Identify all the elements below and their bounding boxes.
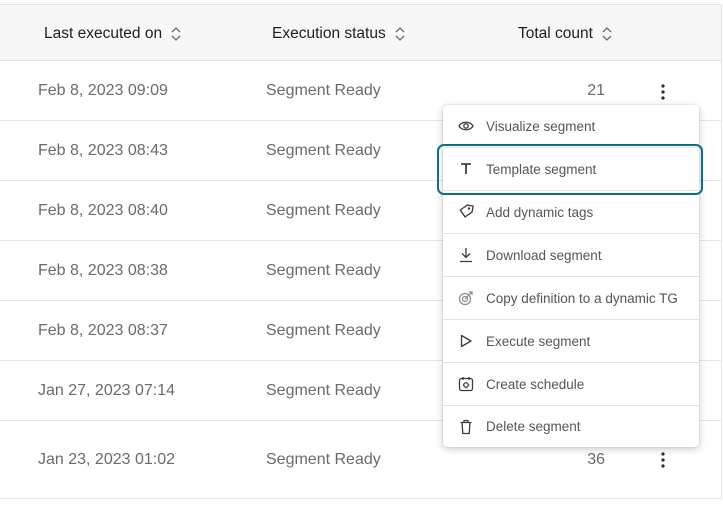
target-icon <box>458 290 474 306</box>
last-executed-cell: Feb 8, 2023 08:43 <box>38 141 168 159</box>
eye-icon <box>458 118 474 134</box>
menu-item-download-segment[interactable]: Download segment <box>443 234 699 276</box>
calendar-gear-icon <box>458 376 474 392</box>
table-header: Last executed on Execution status Total … <box>0 4 722 61</box>
menu-item-add-dynamic-tags[interactable]: Add dynamic tags <box>443 191 699 233</box>
menu-item-delete-segment[interactable]: Delete segment <box>443 406 699 447</box>
sort-icon[interactable] <box>170 24 182 44</box>
execution-status-cell: Segment Ready <box>266 321 381 339</box>
sort-icon[interactable] <box>394 24 406 44</box>
menu-item-create-schedule[interactable]: Create schedule <box>443 363 699 405</box>
download-icon <box>458 247 474 263</box>
last-executed-cell: Jan 27, 2023 07:14 <box>38 381 176 399</box>
last-executed-cell: Feb 8, 2023 08:38 <box>38 261 168 279</box>
column-header-label: Total count <box>518 24 593 42</box>
menu-item-visualize-segment[interactable]: Visualize segment <box>443 105 699 147</box>
execution-status-cell: Segment Ready <box>266 141 381 159</box>
column-header-total-count[interactable]: Total count <box>518 5 613 62</box>
last-executed-cell: Feb 8, 2023 09:09 <box>38 81 168 99</box>
row-actions-kebab-icon[interactable] <box>653 78 673 106</box>
column-header-last-executed[interactable]: Last executed on <box>44 5 182 62</box>
execution-status-cell: Segment Ready <box>266 81 381 99</box>
menu-item-label: Download segment <box>486 247 602 263</box>
focus-ring <box>437 144 703 195</box>
menu-item-execute-segment[interactable]: Execute segment <box>443 320 699 362</box>
sort-icon[interactable] <box>601 24 613 44</box>
execution-status-cell: Segment Ready <box>266 381 381 399</box>
row-actions-kebab-icon[interactable] <box>653 446 673 474</box>
column-header-execution-status[interactable]: Execution status <box>272 5 406 62</box>
last-executed-cell: Feb 8, 2023 08:37 <box>38 321 168 339</box>
last-executed-cell: Feb 8, 2023 08:40 <box>38 201 168 219</box>
trash-icon <box>458 419 474 435</box>
menu-item-label: Visualize segment <box>486 118 596 134</box>
menu-item-copy-definition[interactable]: Copy definition to a dynamic TG <box>443 277 699 319</box>
execution-status-cell: Segment Ready <box>266 450 381 468</box>
menu-item-label: Copy definition to a dynamic TG <box>486 290 678 306</box>
menu-item-label: Create schedule <box>486 376 585 392</box>
play-icon <box>458 333 474 349</box>
column-header-label: Execution status <box>272 24 386 42</box>
menu-item-label: Add dynamic tags <box>486 204 594 220</box>
last-executed-cell: Jan 23, 2023 01:02 <box>38 450 176 468</box>
column-header-label: Last executed on <box>44 24 163 42</box>
execution-status-cell: Segment Ready <box>266 201 381 219</box>
menu-item-label: Delete segment <box>486 419 581 434</box>
tag-icon <box>458 204 474 220</box>
execution-status-cell: Segment Ready <box>266 261 381 279</box>
menu-item-label: Execute segment <box>486 333 591 349</box>
